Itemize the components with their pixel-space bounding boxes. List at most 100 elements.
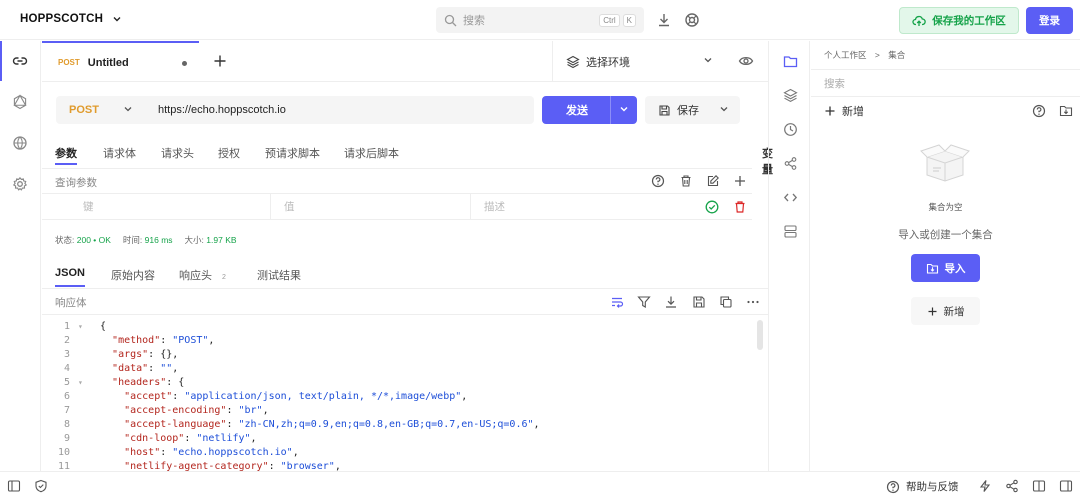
chevron-down-icon[interactable] [618, 103, 630, 115]
response-code-editor[interactable]: 1 ▾{2 "method": "POST", 3 "args": {}, 4 "da… [42, 318, 756, 471]
editor-scrollbar[interactable] [756, 85, 764, 471]
trash-icon[interactable] [679, 174, 693, 188]
code-icon [783, 193, 797, 201]
line-number: 7 [63, 405, 70, 416]
search-placeholder: 搜索 [463, 15, 485, 27]
line-number: 10 [57, 447, 70, 458]
lightning-icon[interactable] [978, 479, 992, 493]
edit-icon[interactable] [706, 174, 720, 188]
chevron-down-icon [704, 58, 712, 63]
help-circle-icon[interactable] [651, 174, 665, 188]
help-circle-icon[interactable] [1032, 104, 1046, 118]
scrollbar-thumb[interactable] [757, 320, 763, 350]
breadcrumb-separator: > [874, 50, 880, 60]
rail-server[interactable] [769, 214, 811, 248]
clock-icon [783, 122, 797, 136]
response-size: 大小: 1.97 KB [184, 235, 237, 245]
rail-code[interactable] [769, 180, 811, 214]
tab-pre-request-script[interactable]: 预请求脚本 [265, 145, 320, 161]
status-bar: 帮助与反馈 [0, 471, 1080, 499]
param-row: 键 值 描述 [42, 194, 752, 220]
fold-toggle-icon[interactable]: ▾ [78, 376, 83, 390]
import-button[interactable]: 导入 [911, 254, 980, 282]
copy-icon[interactable] [719, 295, 733, 309]
support-icon[interactable] [684, 12, 700, 28]
fold-toggle-icon[interactable]: ▾ [78, 320, 83, 334]
param-key-input[interactable]: 键 [70, 194, 270, 220]
url-input[interactable]: https://echo.hoppscotch.io [146, 96, 534, 124]
add-collection-button[interactable]: 新增 [824, 103, 864, 119]
param-description-input[interactable]: 描述 [470, 194, 694, 220]
rail-history[interactable] [769, 112, 811, 146]
code-text: "netlify-agent-category": "browser", [124, 461, 341, 471]
code-line: 8 "accept-language": "zh-CN,zh;q=0.9,en;… [42, 418, 756, 432]
download-icon[interactable] [664, 295, 678, 309]
request-tab-untitled[interactable]: POST Untitled [42, 41, 199, 82]
tab-json[interactable]: JSON [55, 267, 85, 287]
login-button[interactable]: 登录 [1026, 7, 1073, 34]
wrap-lines-icon[interactable] [610, 295, 624, 309]
right-sidebar-toggle-icon[interactable] [1059, 479, 1073, 493]
breadcrumb-workspace[interactable]: 个人工作区 [824, 50, 867, 60]
param-value-input[interactable]: 值 [270, 194, 470, 220]
sidebar-toggle-icon[interactable] [7, 479, 21, 493]
rail-collections[interactable] [769, 44, 811, 78]
line-number: 2 [63, 335, 70, 346]
response-body-toolbar: 响应体 [42, 288, 768, 315]
filter-icon[interactable] [637, 295, 651, 309]
tab-post-request-script[interactable]: 请求后脚本 [344, 145, 399, 161]
rail-rest[interactable] [0, 41, 40, 81]
eye-icon[interactable] [738, 53, 754, 69]
environment-selector[interactable]: 选择环境 [552, 41, 726, 82]
headers-count-badge: 2 [222, 274, 226, 281]
trash-icon[interactable] [733, 200, 747, 214]
rail-share[interactable] [769, 146, 811, 180]
save-request-button[interactable]: 保存 [645, 96, 740, 124]
new-collection-button[interactable]: 新增 [911, 297, 980, 325]
code-text: "method": "POST", [112, 335, 215, 346]
method-select[interactable]: POST [56, 96, 146, 124]
folder-import-icon[interactable] [1059, 104, 1073, 118]
share-icon [784, 156, 796, 170]
rail-environments[interactable] [769, 78, 811, 112]
check-circle-icon[interactable] [705, 200, 719, 214]
collections-search-input[interactable]: 搜索 [811, 69, 1080, 97]
response-tabs: JSON 原始内容 响应头 2 测试结果 [42, 262, 752, 287]
code-line: 4 "data": "", [42, 362, 756, 376]
save-workspace-button[interactable]: 保存我的工作区 [899, 7, 1019, 34]
share-icon[interactable] [1005, 479, 1019, 493]
empty-collection-illustration [920, 144, 970, 182]
download-icon[interactable] [656, 12, 672, 28]
link-icon [12, 57, 28, 65]
plus-icon[interactable] [733, 174, 747, 188]
tab-headers[interactable]: 请求头 [161, 145, 194, 161]
collections-panel: 个人工作区 > 集合 搜索 新增 集合为空 导入或创建一个集合 导入 新增 [811, 41, 1080, 471]
tab-response-headers[interactable]: 响应头 2 [179, 267, 226, 283]
tab-authorization[interactable]: 授权 [218, 145, 240, 161]
rail-graphql[interactable] [0, 82, 40, 122]
workspace-switcher[interactable]: HOPPSCOTCH [20, 13, 123, 25]
send-button[interactable]: 发送 [542, 96, 637, 124]
kbd-ctrl: Ctrl [599, 13, 620, 27]
tab-body[interactable]: 请求体 [103, 145, 136, 161]
help-feedback-button[interactable]: 帮助与反馈 [886, 479, 959, 494]
rail-realtime[interactable] [0, 123, 40, 163]
top-bar: HOPPSCOTCH 搜索 Ctrl K 保存我的工作区 登录 [0, 0, 1080, 40]
new-tab-plus-icon[interactable] [212, 53, 228, 69]
search-bar[interactable]: 搜索 Ctrl K [436, 7, 644, 33]
code-text: "cdn-loop": "netlify", [124, 433, 257, 444]
right-nav-rail [768, 41, 810, 471]
status-code: 状态: 200 • OK [55, 235, 111, 245]
tab-params[interactable]: 参数 [55, 145, 77, 165]
plus-icon [825, 106, 835, 116]
shield-icon[interactable] [34, 479, 48, 493]
tab-raw[interactable]: 原始内容 [111, 267, 155, 283]
rail-settings[interactable] [0, 164, 40, 204]
split-view-icon[interactable] [1032, 479, 1046, 493]
code-text: "headers": { [112, 377, 185, 388]
code-line: 1 ▾ { [42, 320, 756, 334]
server-icon [783, 224, 797, 238]
save-icon[interactable] [692, 295, 706, 309]
tab-test-results[interactable]: 测试结果 [257, 267, 301, 283]
save-workspace-label: 保存我的工作区 [932, 15, 1006, 27]
